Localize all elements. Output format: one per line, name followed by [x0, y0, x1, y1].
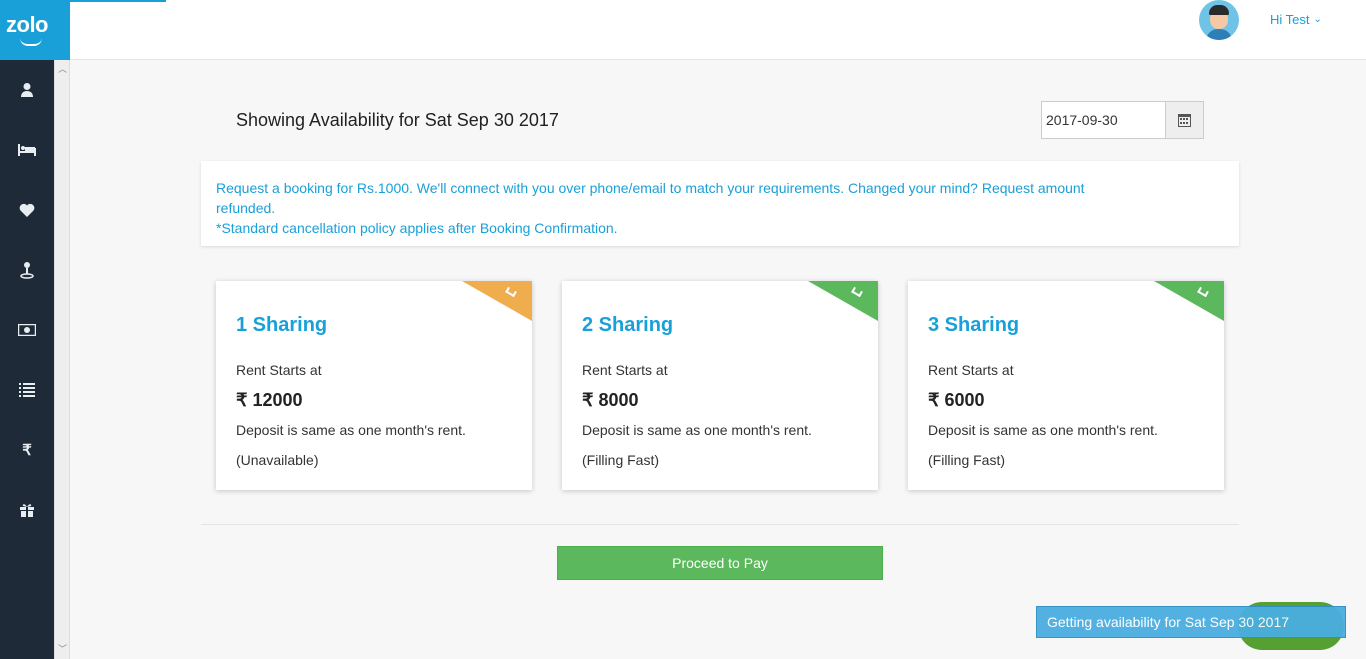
scroll-up-icon[interactable]: ︿ — [58, 62, 67, 75]
divider — [201, 524, 1239, 525]
calendar-button[interactable] — [1165, 101, 1204, 139]
toast-notification: Getting availability for Sat Sep 30 2017 — [1036, 606, 1346, 638]
deposit-note: Deposit is same as one month's rent. — [928, 422, 1158, 438]
avatar-hair — [1209, 5, 1229, 15]
user-greeting: Hi Test — [1270, 12, 1310, 27]
availability-status: (Unavailable) — [236, 452, 319, 468]
page-title: Showing Availability for Sat Sep 30 2017 — [236, 110, 559, 130]
cancellation-note: *Standard cancellation policy applies af… — [216, 220, 618, 236]
heart-icon[interactable] — [17, 200, 37, 220]
deposit-note: Deposit is same as one month's rent. — [236, 422, 466, 438]
date-input[interactable] — [1041, 101, 1166, 139]
gift-icon[interactable] — [17, 500, 37, 520]
rent-price: ₹ 8000 — [582, 390, 639, 410]
room-card-2-sharing[interactable]: 2 Sharing Rent Starts at ₹ 8000 Deposit … — [562, 281, 878, 490]
avatar[interactable] — [1199, 0, 1239, 40]
top-header — [70, 0, 1366, 60]
room-card-3-sharing[interactable]: 3 Sharing Rent Starts at ₹ 6000 Deposit … — [908, 281, 1224, 490]
user-menu[interactable]: Hi Test ⌄ — [1270, 12, 1322, 27]
proceed-to-pay-button[interactable]: Proceed to Pay — [557, 546, 883, 580]
scroll-down-icon[interactable]: ﹀ — [58, 642, 67, 655]
logo-text: zolo — [6, 12, 49, 37]
availability-ribbon — [462, 281, 532, 321]
availability-status: (Filling Fast) — [582, 452, 660, 468]
rupee-icon[interactable]: ₹ — [17, 440, 37, 460]
rent-label: Rent Starts at — [236, 362, 322, 378]
rent-label: Rent Starts at — [928, 362, 1014, 378]
bed-icon[interactable] — [17, 140, 37, 160]
availability-ribbon — [1154, 281, 1224, 321]
rent-price: ₹ 6000 — [928, 390, 985, 410]
logo-smile-icon — [20, 38, 42, 46]
loading-bar — [70, 0, 166, 2]
chevron-down-icon: ⌄ — [1313, 14, 1322, 25]
zolo-logo[interactable]: zolo — [0, 0, 70, 60]
deposit-note: Deposit is same as one month's rent. — [582, 422, 812, 438]
sidebar: ₹ — [0, 0, 54, 659]
rent-label: Rent Starts at — [582, 362, 668, 378]
availability-ribbon — [808, 281, 878, 321]
sidebar-scrollbar[interactable]: ︿ ﹀ — [54, 60, 70, 659]
card-title: 1 Sharing — [236, 314, 328, 336]
card-title: 2 Sharing — [582, 314, 674, 336]
map-pin-icon[interactable] — [17, 260, 37, 280]
list-icon[interactable] — [17, 380, 37, 400]
card-title: 3 Sharing — [928, 314, 1020, 336]
calendar-icon — [1178, 113, 1191, 127]
avatar-body — [1206, 29, 1232, 40]
user-icon[interactable] — [17, 80, 37, 100]
availability-status: (Filling Fast) — [928, 452, 1006, 468]
booking-info-box: Request a booking for Rs.1000. We'll con… — [201, 161, 1239, 246]
money-icon[interactable] — [17, 320, 37, 340]
rent-price: ₹ 12000 — [236, 390, 303, 410]
info-text: Request a booking for Rs.1000. We'll con… — [216, 180, 1085, 216]
room-card-1-sharing[interactable]: 1 Sharing Rent Starts at ₹ 12000 Deposit… — [216, 281, 532, 490]
